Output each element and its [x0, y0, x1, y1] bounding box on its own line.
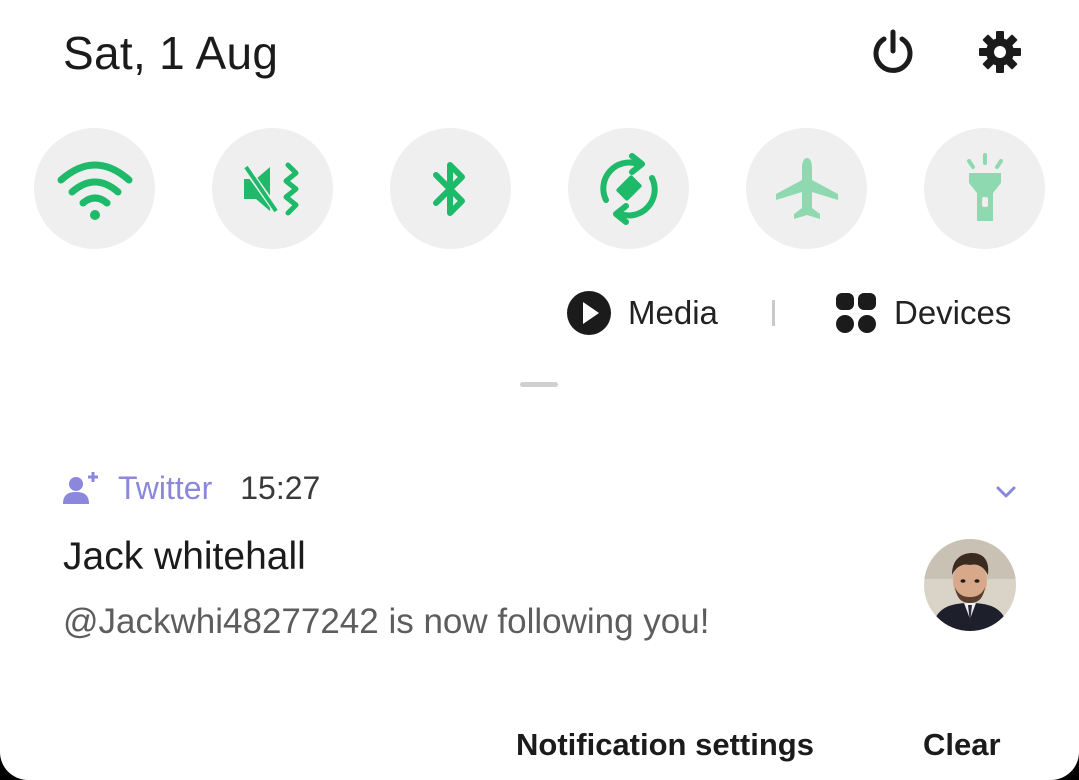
drag-handle[interactable] [520, 382, 558, 387]
notification-body[interactable]: @Jackwhi48277242 is now following you! [63, 602, 709, 642]
wifi-toggle[interactable] [34, 128, 155, 249]
chevron-down-icon[interactable] [990, 478, 1022, 506]
auto-rotate-toggle[interactable] [568, 128, 689, 249]
notification-panel: Sat, 1 Aug Media Devices Twitter 15:27 J… [0, 0, 1079, 780]
add-person-icon [63, 472, 98, 504]
auto-rotate-icon [599, 152, 658, 225]
date-label: Sat, 1 Aug [63, 27, 279, 79]
play-icon [567, 291, 611, 335]
clear-button[interactable]: Clear [923, 727, 1001, 763]
notification-title[interactable]: Jack whitehall [63, 535, 306, 579]
media-devices-bar: Media Devices [566, 288, 1026, 338]
quick-settings-row [34, 128, 1046, 250]
sound-mode-toggle[interactable] [212, 128, 333, 249]
flashlight-toggle[interactable] [924, 128, 1045, 249]
avatar [924, 539, 1016, 631]
notification-time: 15:27 [240, 469, 321, 506]
vibrate-mute-icon [240, 162, 298, 215]
wifi-icon [57, 161, 132, 220]
media-button[interactable]: Media [566, 288, 718, 338]
devices-icon [836, 293, 876, 333]
bluetooth-icon [432, 161, 465, 216]
flashlight-icon [966, 152, 1003, 221]
power-icon[interactable] [865, 24, 921, 80]
bluetooth-toggle[interactable] [390, 128, 511, 249]
devices-label: Devices [894, 294, 1012, 331]
app-name: Twitter [118, 469, 213, 506]
gear-icon[interactable] [972, 24, 1028, 80]
notification-header: Twitter 15:27 [62, 466, 320, 510]
airplane-mode-toggle[interactable] [746, 128, 867, 249]
airplane-icon [775, 157, 838, 219]
divider [772, 300, 775, 326]
devices-button[interactable]: Devices [834, 288, 1011, 338]
media-label: Media [628, 294, 718, 331]
notification-settings-button[interactable]: Notification settings [516, 727, 814, 763]
